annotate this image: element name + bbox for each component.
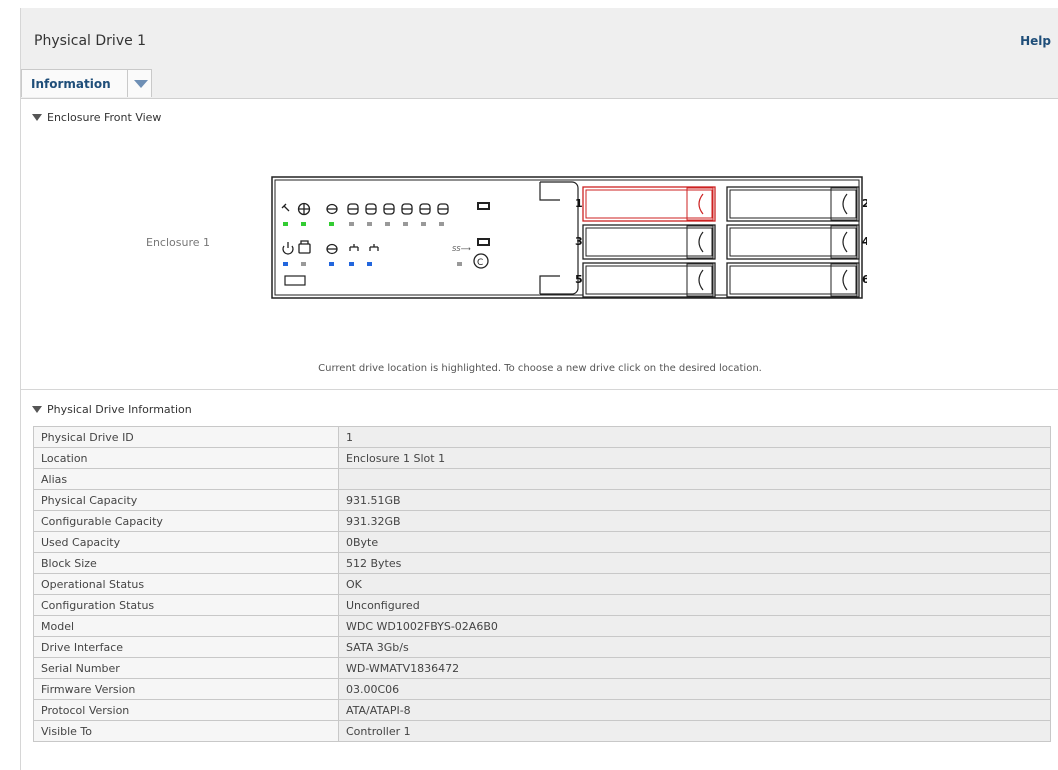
table-row: Configurable Capacity 931.32GB — [33, 510, 1051, 532]
drive-slot-3[interactable]: 3 — [575, 224, 716, 260]
row-label: Location — [33, 447, 339, 469]
slot-number: 3 — [575, 235, 583, 248]
row-value: WD-WMATV1836472 — [338, 657, 1051, 679]
drive-slot-6[interactable]: 6 — [726, 262, 867, 298]
usb3-logo-icon: SS⟶ — [452, 245, 471, 253]
table-row: Drive Interface SATA 3Gb/s — [33, 636, 1051, 658]
tab-information[interactable]: Information — [21, 69, 152, 97]
drive-slot-2[interactable]: 2 — [726, 186, 867, 222]
row-value: 931.32GB — [338, 510, 1051, 532]
table-row: Location Enclosure 1 Slot 1 — [33, 447, 1051, 469]
slot-number: 4 — [862, 235, 867, 248]
row-label: Operational Status — [33, 573, 339, 595]
tab-information-label: Information — [31, 77, 111, 91]
row-value: Enclosure 1 Slot 1 — [338, 447, 1051, 469]
row-value: 1 — [338, 426, 1051, 448]
row-label: Physical Capacity — [33, 489, 339, 511]
slot-number: 2 — [862, 197, 867, 210]
row-value: ATA/ATAPI-8 — [338, 699, 1051, 721]
row-label: Serial Number — [33, 657, 339, 679]
row-value: WDC WD1002FBYS-02A6B0 — [338, 615, 1051, 637]
drive-slot-1[interactable]: 1 — [575, 186, 716, 222]
row-value: SATA 3Gb/s — [338, 636, 1051, 658]
row-label: Configuration Status — [33, 594, 339, 616]
table-row: Alias — [33, 468, 1051, 490]
row-label: Protocol Version — [33, 699, 339, 721]
table-row: Configuration Status Unconfigured — [33, 594, 1051, 616]
row-value: OK — [338, 573, 1051, 595]
chevron-down-icon — [133, 79, 148, 88]
row-value: Unconfigured — [338, 594, 1051, 616]
physical-drive-panel: Physical Drive 1 Help Information Enclos… — [20, 8, 1058, 770]
row-label: Visible To — [33, 720, 339, 742]
row-value: Controller 1 — [338, 720, 1051, 742]
enclosure-hint: Current drive location is highlighted. T… — [318, 363, 762, 374]
enclosure-diagram: SS⟶ C 1 2 3 4 5 6 — [271, 176, 867, 299]
drive-info-table: Physical Drive ID 1 Location Enclosure 1 Sl… — [33, 426, 1051, 742]
row-value — [338, 468, 1051, 490]
help-link[interactable]: Help — [1020, 34, 1051, 48]
enclosure-section-header[interactable]: Enclosure Front View — [21, 107, 1058, 129]
collapse-triangle-icon — [32, 114, 42, 121]
table-row: Physical Capacity 931.51GB — [33, 489, 1051, 511]
slot-number: 5 — [575, 273, 583, 286]
row-value: 931.51GB — [338, 489, 1051, 511]
row-label: Block Size — [33, 552, 339, 574]
row-label: Drive Interface — [33, 636, 339, 658]
row-label: Configurable Capacity — [33, 510, 339, 532]
table-row: Firmware Version 03.00C06 — [33, 678, 1051, 700]
row-value: 0Byte — [338, 531, 1051, 553]
row-label: Alias — [33, 468, 339, 490]
enclosure-label: Enclosure 1 — [146, 236, 211, 249]
drive-slot-4[interactable]: 4 — [726, 224, 867, 260]
row-label: Firmware Version — [33, 678, 339, 700]
drive-slot-5[interactable]: 5 — [575, 262, 716, 298]
table-row: Used Capacity 0Byte — [33, 531, 1051, 553]
table-row: Physical Drive ID 1 — [33, 426, 1051, 448]
collapse-triangle-icon — [32, 406, 42, 413]
section-divider — [21, 389, 1058, 390]
table-row: Block Size 512 Bytes — [33, 552, 1051, 574]
section-title: Enclosure Front View — [47, 111, 162, 124]
drive-info-section-header[interactable]: Physical Drive Information — [21, 399, 1058, 421]
table-row: Protocol Version ATA/ATAPI-8 — [33, 699, 1051, 721]
table-row: Serial Number WD-WMATV1836472 — [33, 657, 1051, 679]
slot-number: 6 — [862, 273, 867, 286]
table-row: Operational Status OK — [33, 573, 1051, 595]
row-value: 512 Bytes — [338, 552, 1051, 574]
page-header: Physical Drive 1 Help Information — [21, 8, 1058, 99]
row-label: Model — [33, 615, 339, 637]
row-label: Physical Drive ID — [33, 426, 339, 448]
row-label: Used Capacity — [33, 531, 339, 553]
svg-text:C: C — [477, 258, 483, 268]
table-row: Visible To Controller 1 — [33, 720, 1051, 742]
section-title: Physical Drive Information — [47, 403, 192, 416]
tab-dropdown-button[interactable] — [127, 70, 153, 97]
table-row: Model WDC WD1002FBYS-02A6B0 — [33, 615, 1051, 637]
row-value: 03.00C06 — [338, 678, 1051, 700]
page-title: Physical Drive 1 — [34, 33, 147, 49]
slot-number: 1 — [575, 197, 583, 210]
